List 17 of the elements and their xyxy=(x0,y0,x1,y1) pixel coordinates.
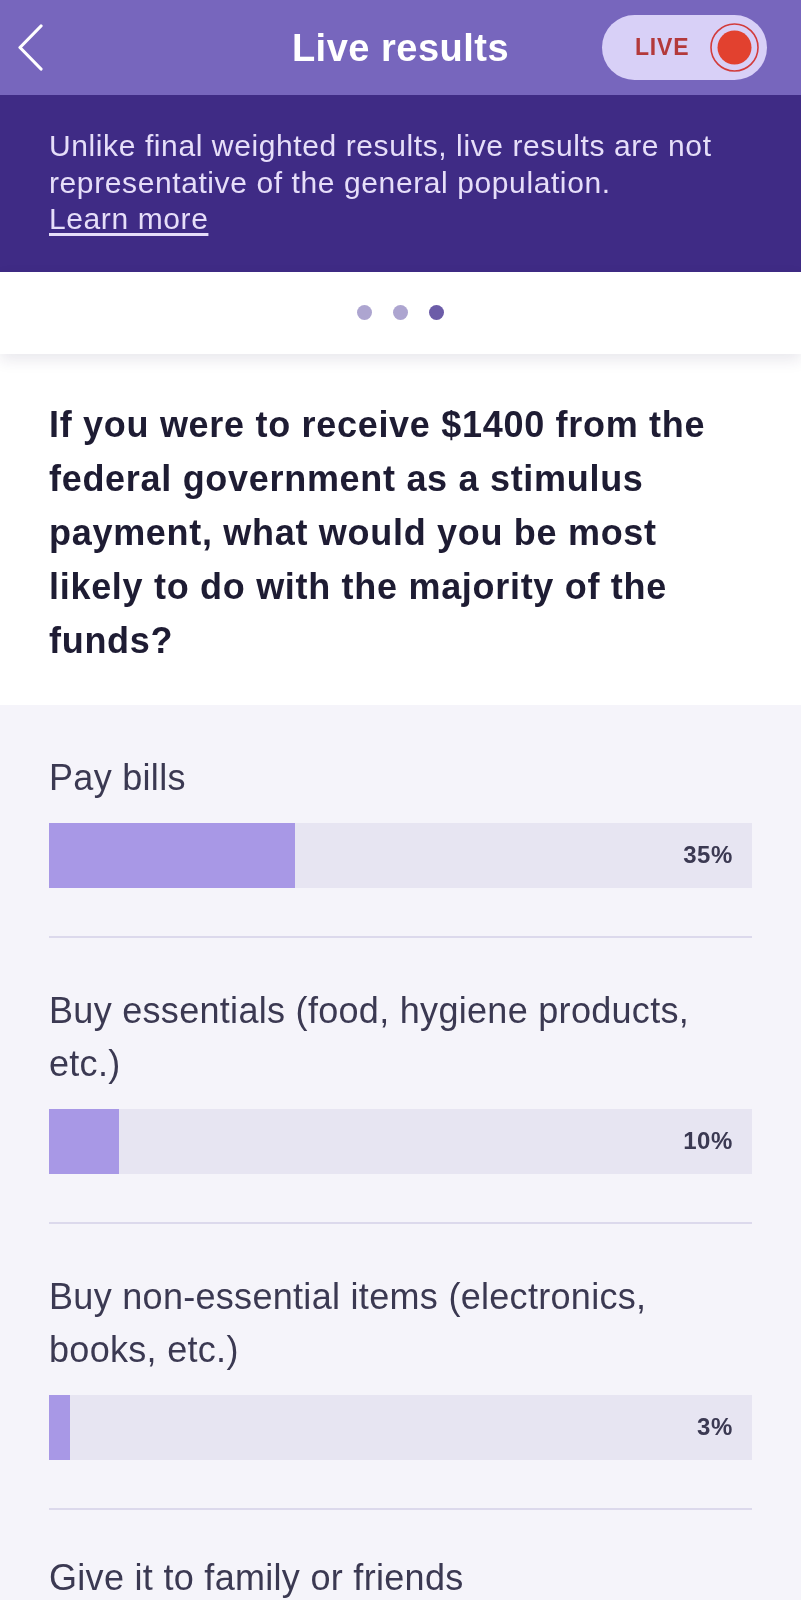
option-label: Pay bills xyxy=(49,755,187,800)
page-dot[interactable] xyxy=(357,305,372,320)
percentage-text: 10% xyxy=(683,1127,734,1155)
question-text: If you were to receive $1400 from the federal government as a stimulus payment, what would you be most likely to do with the majority of the funds? xyxy=(49,402,707,663)
back-icon xyxy=(17,24,44,71)
option-label: Give it to family or friends xyxy=(49,1557,465,1598)
percentage-text: 35% xyxy=(683,841,734,869)
option-label: Buy non-essential items (electronics, books, etc.) xyxy=(49,1274,648,1372)
screen-title: Live results xyxy=(291,25,510,71)
page-dot[interactable] xyxy=(429,305,444,320)
percentage-text: 3% xyxy=(697,1413,734,1441)
learn-more-link[interactable]: Learn more xyxy=(49,201,209,238)
notice-text: Unlike final weighted results, live results are not representative of the general population. xyxy=(49,128,713,201)
live-button[interactable]: LIVE xyxy=(602,15,767,80)
option-label: Buy essentials (food, hygiene products, etc.) xyxy=(49,988,691,1086)
page-dot[interactable] xyxy=(393,305,408,320)
record-icon xyxy=(710,23,759,72)
